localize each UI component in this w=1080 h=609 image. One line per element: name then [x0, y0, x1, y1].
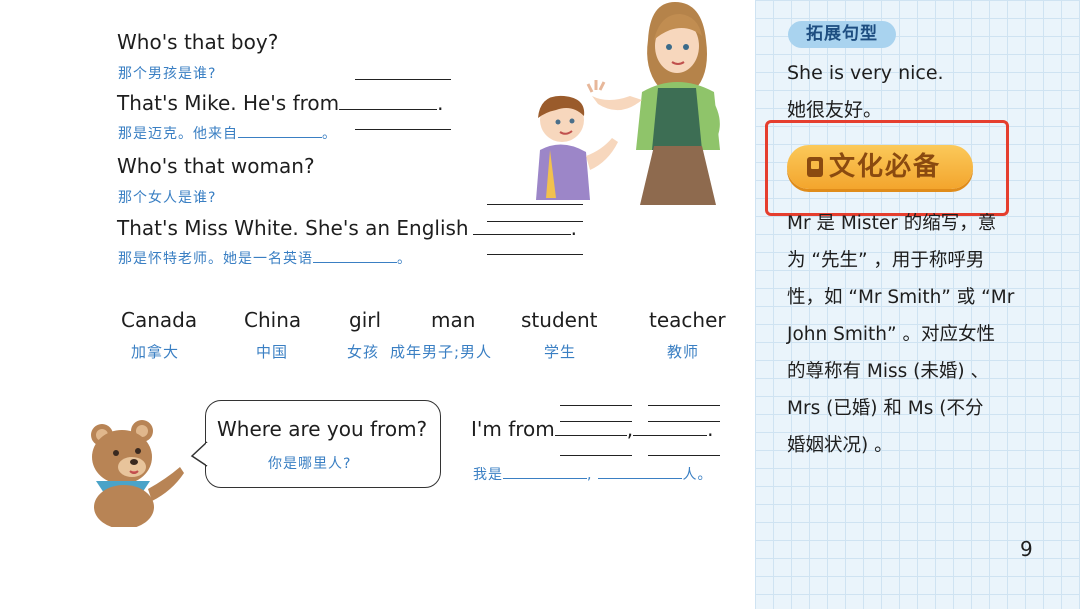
word-girl-en: girl — [349, 308, 382, 332]
word-student-en: student — [521, 308, 598, 332]
period: . — [437, 91, 444, 115]
bear-illustration — [91, 420, 184, 527]
period-cn: 。 — [322, 126, 337, 142]
answer-mike-cn: 那是迈克。他来自 。 — [118, 123, 337, 143]
speech-bubble-tail — [190, 441, 210, 467]
textbook-page: Who's that boy? 那个男孩是谁? That's Mike. He'… — [0, 0, 1080, 609]
answer-line-guide — [487, 254, 583, 255]
period-cn: 。 — [397, 251, 412, 267]
blank-mike-country-cn[interactable] — [238, 123, 322, 138]
word-student-cn: 学生 — [544, 343, 577, 361]
culture-line: 性，如 “Mr Smith” 或 “Mr — [787, 287, 1015, 308]
answer-line-guide — [560, 405, 632, 406]
word-teacher-cn: 教师 — [667, 343, 700, 361]
page-number: 9 — [1020, 537, 1033, 561]
culture-line: John Smith” 。对应女性 — [787, 324, 995, 345]
bubble-question-en: Where are you from? — [217, 417, 428, 441]
blank-country[interactable] — [633, 417, 708, 436]
period: . — [707, 417, 714, 441]
comma-cn: , — [587, 467, 593, 483]
answer-from-cn: 我是, 人。 — [473, 464, 712, 484]
question-boy-en: Who's that boy? — [117, 30, 279, 54]
blank-mike-country[interactable] — [339, 91, 438, 110]
answer-line-guide — [355, 79, 451, 80]
answer-white-text: That's Miss White. She's an English — [117, 216, 469, 240]
word-canada-en: Canada — [121, 308, 198, 332]
blank-city-cn[interactable] — [503, 464, 587, 479]
answer-mike-text: That's Mike. He's from — [117, 91, 340, 115]
blank-city[interactable] — [554, 417, 627, 436]
word-teacher-en: teacher — [649, 308, 726, 332]
answer-line-guide — [355, 129, 451, 130]
culture-line: 的尊称有 Miss (未婚) 、 — [787, 361, 989, 382]
answer-line-guide — [560, 455, 632, 456]
word-man-en: man — [431, 308, 476, 332]
blank-country-cn[interactable] — [598, 464, 683, 479]
culture-line: Mr 是 Mister 的缩写，意 — [787, 213, 997, 234]
answer-line-guide — [648, 455, 720, 456]
word-man-cn: 成年男子;男人 — [390, 343, 493, 361]
answer-line-guide — [648, 405, 720, 406]
lesson-panel: Who's that boy? 那个男孩是谁? That's Mike. He'… — [0, 0, 755, 609]
question-woman-en: Who's that woman? — [117, 154, 315, 178]
word-girl-cn: 女孩 — [347, 343, 380, 361]
culture-line: Mrs (已婚) 和 Ms (不分 — [787, 398, 984, 419]
question-woman-cn: 那个女人是谁? — [118, 190, 217, 206]
word-china-cn: 中国 — [256, 343, 289, 361]
blank-white-job-cn[interactable] — [313, 248, 397, 263]
sidebar-sentence-en: She is very nice. — [787, 62, 944, 84]
answer-white-en: That's Miss White. She's an English. — [117, 216, 577, 240]
bubble-question-cn: 你是哪里人? — [268, 456, 352, 472]
answer-white-cn: 那是怀特老师。她是一名英语 。 — [118, 248, 412, 268]
answer-from-en: I'm from,. — [471, 417, 714, 441]
culture-line: 为 “先生” ，用于称呼男 — [787, 250, 985, 271]
answer-mike-cn-text: 那是迈克。他来自 — [118, 126, 238, 142]
blank-white-job[interactable] — [472, 216, 571, 235]
highlight-box — [765, 120, 1009, 216]
answer-cn-prefix: 我是 — [473, 467, 503, 483]
culture-explanation: Mr 是 Mister 的缩写，意 为 “先生” ，用于称呼男 性，如 “Mr … — [787, 205, 1037, 464]
answer-cn-suffix: 人。 — [682, 467, 713, 483]
answer-from-text: I'm from — [471, 417, 555, 441]
period: . — [570, 216, 577, 240]
culture-line: 婚姻状况) 。 — [787, 435, 893, 456]
answer-white-cn-text: 那是怀特老师。她是一名英语 — [118, 251, 313, 267]
question-boy-cn: 那个男孩是谁? — [118, 66, 217, 82]
answer-mike-en: That's Mike. He's from. — [117, 91, 444, 115]
word-china-en: China — [244, 308, 302, 332]
teacher-and-boy-illustration — [536, 2, 720, 205]
speech-bubble — [205, 400, 441, 488]
sidebar-sentence-cn: 她很友好。 — [787, 99, 883, 121]
word-canada-cn: 加拿大 — [131, 343, 180, 361]
expand-sentence-tag: 拓展句型 — [788, 21, 896, 48]
